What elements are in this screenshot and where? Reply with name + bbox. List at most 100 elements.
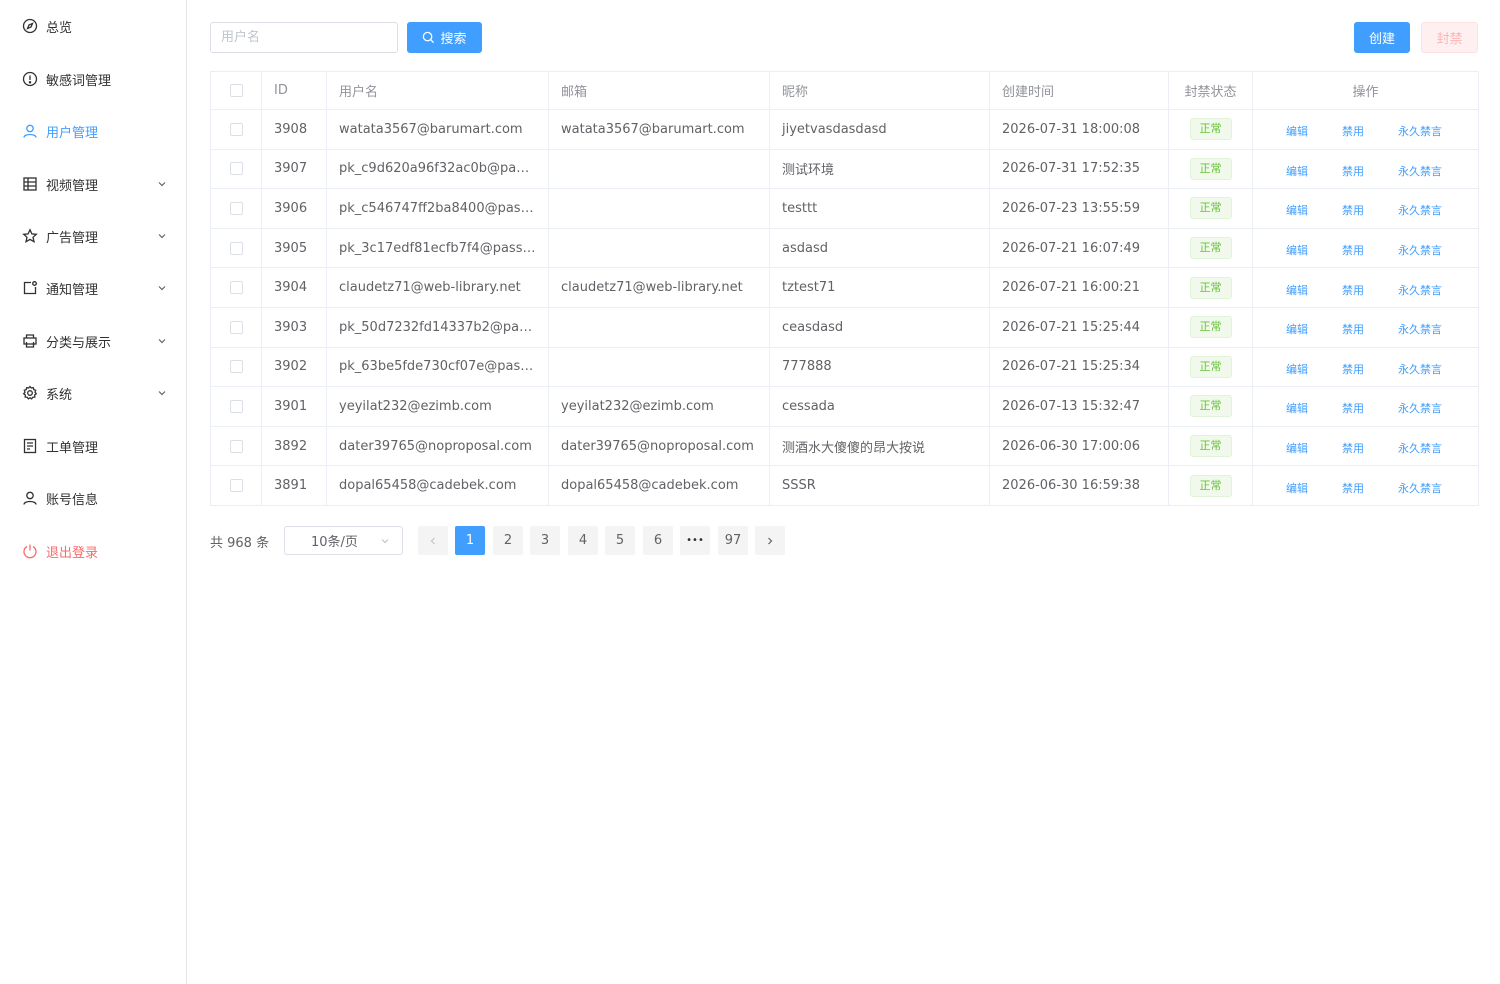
row-checkbox[interactable] <box>229 320 243 334</box>
status-badge: 正常 <box>1189 237 1232 260</box>
page-ellipsis[interactable]: ••• <box>680 526 710 555</box>
sidebar-item-notifications[interactable]: 通知管理 <box>0 268 186 308</box>
username-search-input[interactable] <box>210 22 398 53</box>
row-checkbox-cell[interactable] <box>210 346 262 388</box>
sidebar-item-ads[interactable]: 广告管理 <box>0 216 186 256</box>
permanent-mute-link[interactable]: 永久禁言 <box>1398 282 1442 298</box>
page-button-1[interactable]: 1 <box>455 526 485 555</box>
row-checkbox-cell[interactable] <box>210 227 262 269</box>
users-table: ID 用户名 邮箱 昵称 创建时间 封禁状态 操作 3908 watata3567… <box>210 71 1479 506</box>
sidebar-item-tickets[interactable]: 工单管理 <box>0 426 186 466</box>
row-checkbox-cell[interactable] <box>210 148 262 190</box>
row-checkbox-cell[interactable] <box>210 188 262 229</box>
row-checkbox-cell[interactable] <box>210 267 262 308</box>
sidebar-item-logout[interactable]: 退出登录 <box>0 531 186 571</box>
ban-button[interactable]: 封禁 <box>1421 22 1478 53</box>
sidebar-item-overview[interactable]: 总览 <box>0 6 186 46</box>
disable-link[interactable]: 禁用 <box>1342 242 1364 258</box>
edit-link[interactable]: 编辑 <box>1286 282 1308 298</box>
sidebar-item-sensitive-words[interactable]: 敏感词管理 <box>0 59 186 99</box>
permanent-mute-link[interactable]: 永久禁言 <box>1398 123 1442 139</box>
page-button-5[interactable]: 5 <box>605 526 635 555</box>
cell-username: watata3567@barumart.com <box>326 109 549 150</box>
row-actions: 编辑 禁用 永久禁言 <box>1254 110 1478 148</box>
status-badge: 正常 <box>1189 118 1232 141</box>
page-size-select[interactable]: 10条/页 <box>284 526 403 555</box>
sidebar-item-system[interactable]: 系统 <box>0 373 186 413</box>
disable-link[interactable]: 禁用 <box>1342 361 1364 377</box>
cell-created: 2026-06-30 16:59:38 <box>989 465 1169 506</box>
select-all-checkbox-cell[interactable] <box>210 71 262 110</box>
table-row: 3905 pk_3c17edf81ecfb7f4@passke... asdasd 2… <box>210 227 1479 269</box>
chevron-down-icon <box>158 286 166 291</box>
cell-ops: 编辑 禁用 永久禁言 <box>1252 109 1479 150</box>
sidebar-item-account[interactable]: 账号信息 <box>0 478 186 518</box>
cell-nickname: cessada <box>769 386 990 427</box>
disable-link[interactable]: 禁用 <box>1342 400 1364 416</box>
sidebar-item-categories[interactable]: 分类与展示 <box>0 321 186 361</box>
row-checkbox-cell[interactable] <box>210 425 262 467</box>
page-button-4[interactable]: 4 <box>568 526 598 555</box>
row-checkbox[interactable] <box>229 122 243 136</box>
disable-link[interactable]: 禁用 <box>1342 202 1364 218</box>
page-button-6[interactable]: 6 <box>643 526 673 555</box>
cell-nickname: 测试环境 <box>769 148 990 190</box>
disable-link[interactable]: 禁用 <box>1342 321 1364 337</box>
cell-status: 正常 <box>1168 227 1253 269</box>
edit-link[interactable]: 编辑 <box>1286 400 1308 416</box>
cell-status: 正常 <box>1168 188 1253 229</box>
edit-link[interactable]: 编辑 <box>1286 123 1308 139</box>
edit-link[interactable]: 编辑 <box>1286 361 1308 377</box>
cell-created: 2026-07-21 15:25:34 <box>989 346 1169 388</box>
permanent-mute-link[interactable]: 永久禁言 <box>1398 242 1442 258</box>
edit-link[interactable]: 编辑 <box>1286 480 1308 496</box>
row-checkbox-cell[interactable] <box>210 386 262 427</box>
row-checkbox[interactable] <box>229 201 243 215</box>
edit-link[interactable]: 编辑 <box>1286 440 1308 456</box>
permanent-mute-link[interactable]: 永久禁言 <box>1398 163 1442 179</box>
cell-ops: 编辑 禁用 永久禁言 <box>1252 386 1479 427</box>
table-row: 3901 yeyilat232@ezimb.com yeyilat232@ezimb… <box>210 386 1479 427</box>
sidebar-item-users[interactable]: 用户管理 <box>0 111 186 151</box>
row-checkbox[interactable] <box>229 479 243 493</box>
column-header-id: ID <box>261 71 327 110</box>
search-button[interactable]: 搜索 <box>407 22 482 53</box>
row-checkbox-cell[interactable] <box>210 465 262 506</box>
page-button-3[interactable]: 3 <box>530 526 560 555</box>
page-button-2[interactable]: 2 <box>493 526 523 555</box>
page-button-last[interactable]: 97 <box>718 526 748 555</box>
permanent-mute-link[interactable]: 永久禁言 <box>1398 400 1442 416</box>
prev-page-button[interactable] <box>418 526 448 555</box>
permanent-mute-link[interactable]: 永久禁言 <box>1398 361 1442 377</box>
cell-email: watata3567@barumart.com <box>548 109 770 150</box>
row-checkbox[interactable] <box>229 399 243 413</box>
permanent-mute-link[interactable]: 永久禁言 <box>1398 440 1442 456</box>
cell-email: yeyilat232@ezimb.com <box>548 386 770 427</box>
disable-link[interactable]: 禁用 <box>1342 282 1364 298</box>
edit-link[interactable]: 编辑 <box>1286 321 1308 337</box>
edit-link[interactable]: 编辑 <box>1286 202 1308 218</box>
row-checkbox-cell[interactable] <box>210 109 262 150</box>
next-page-button[interactable] <box>755 526 785 555</box>
edit-link[interactable]: 编辑 <box>1286 163 1308 179</box>
disable-link[interactable]: 禁用 <box>1342 440 1364 456</box>
disable-link[interactable]: 禁用 <box>1342 480 1364 496</box>
chevron-down-icon <box>381 539 389 544</box>
table-row: 3903 pk_50d7232fd14337b2@pass... ceasdasd 2… <box>210 306 1479 348</box>
row-actions: 编辑 禁用 永久禁言 <box>1254 190 1478 228</box>
row-checkbox[interactable] <box>229 162 243 176</box>
disable-link[interactable]: 禁用 <box>1342 163 1364 179</box>
create-button[interactable]: 创建 <box>1354 22 1410 53</box>
row-checkbox[interactable] <box>229 241 243 255</box>
permanent-mute-link[interactable]: 永久禁言 <box>1398 480 1442 496</box>
disable-link[interactable]: 禁用 <box>1342 123 1364 139</box>
select-all-checkbox[interactable] <box>229 84 243 97</box>
row-checkbox[interactable] <box>229 281 243 295</box>
permanent-mute-link[interactable]: 永久禁言 <box>1398 321 1442 337</box>
row-checkbox-cell[interactable] <box>210 306 262 348</box>
edit-link[interactable]: 编辑 <box>1286 242 1308 258</box>
sidebar-item-videos[interactable]: 视频管理 <box>0 164 186 204</box>
permanent-mute-link[interactable]: 永久禁言 <box>1398 202 1442 218</box>
row-checkbox[interactable] <box>229 439 243 453</box>
row-checkbox[interactable] <box>229 360 243 374</box>
